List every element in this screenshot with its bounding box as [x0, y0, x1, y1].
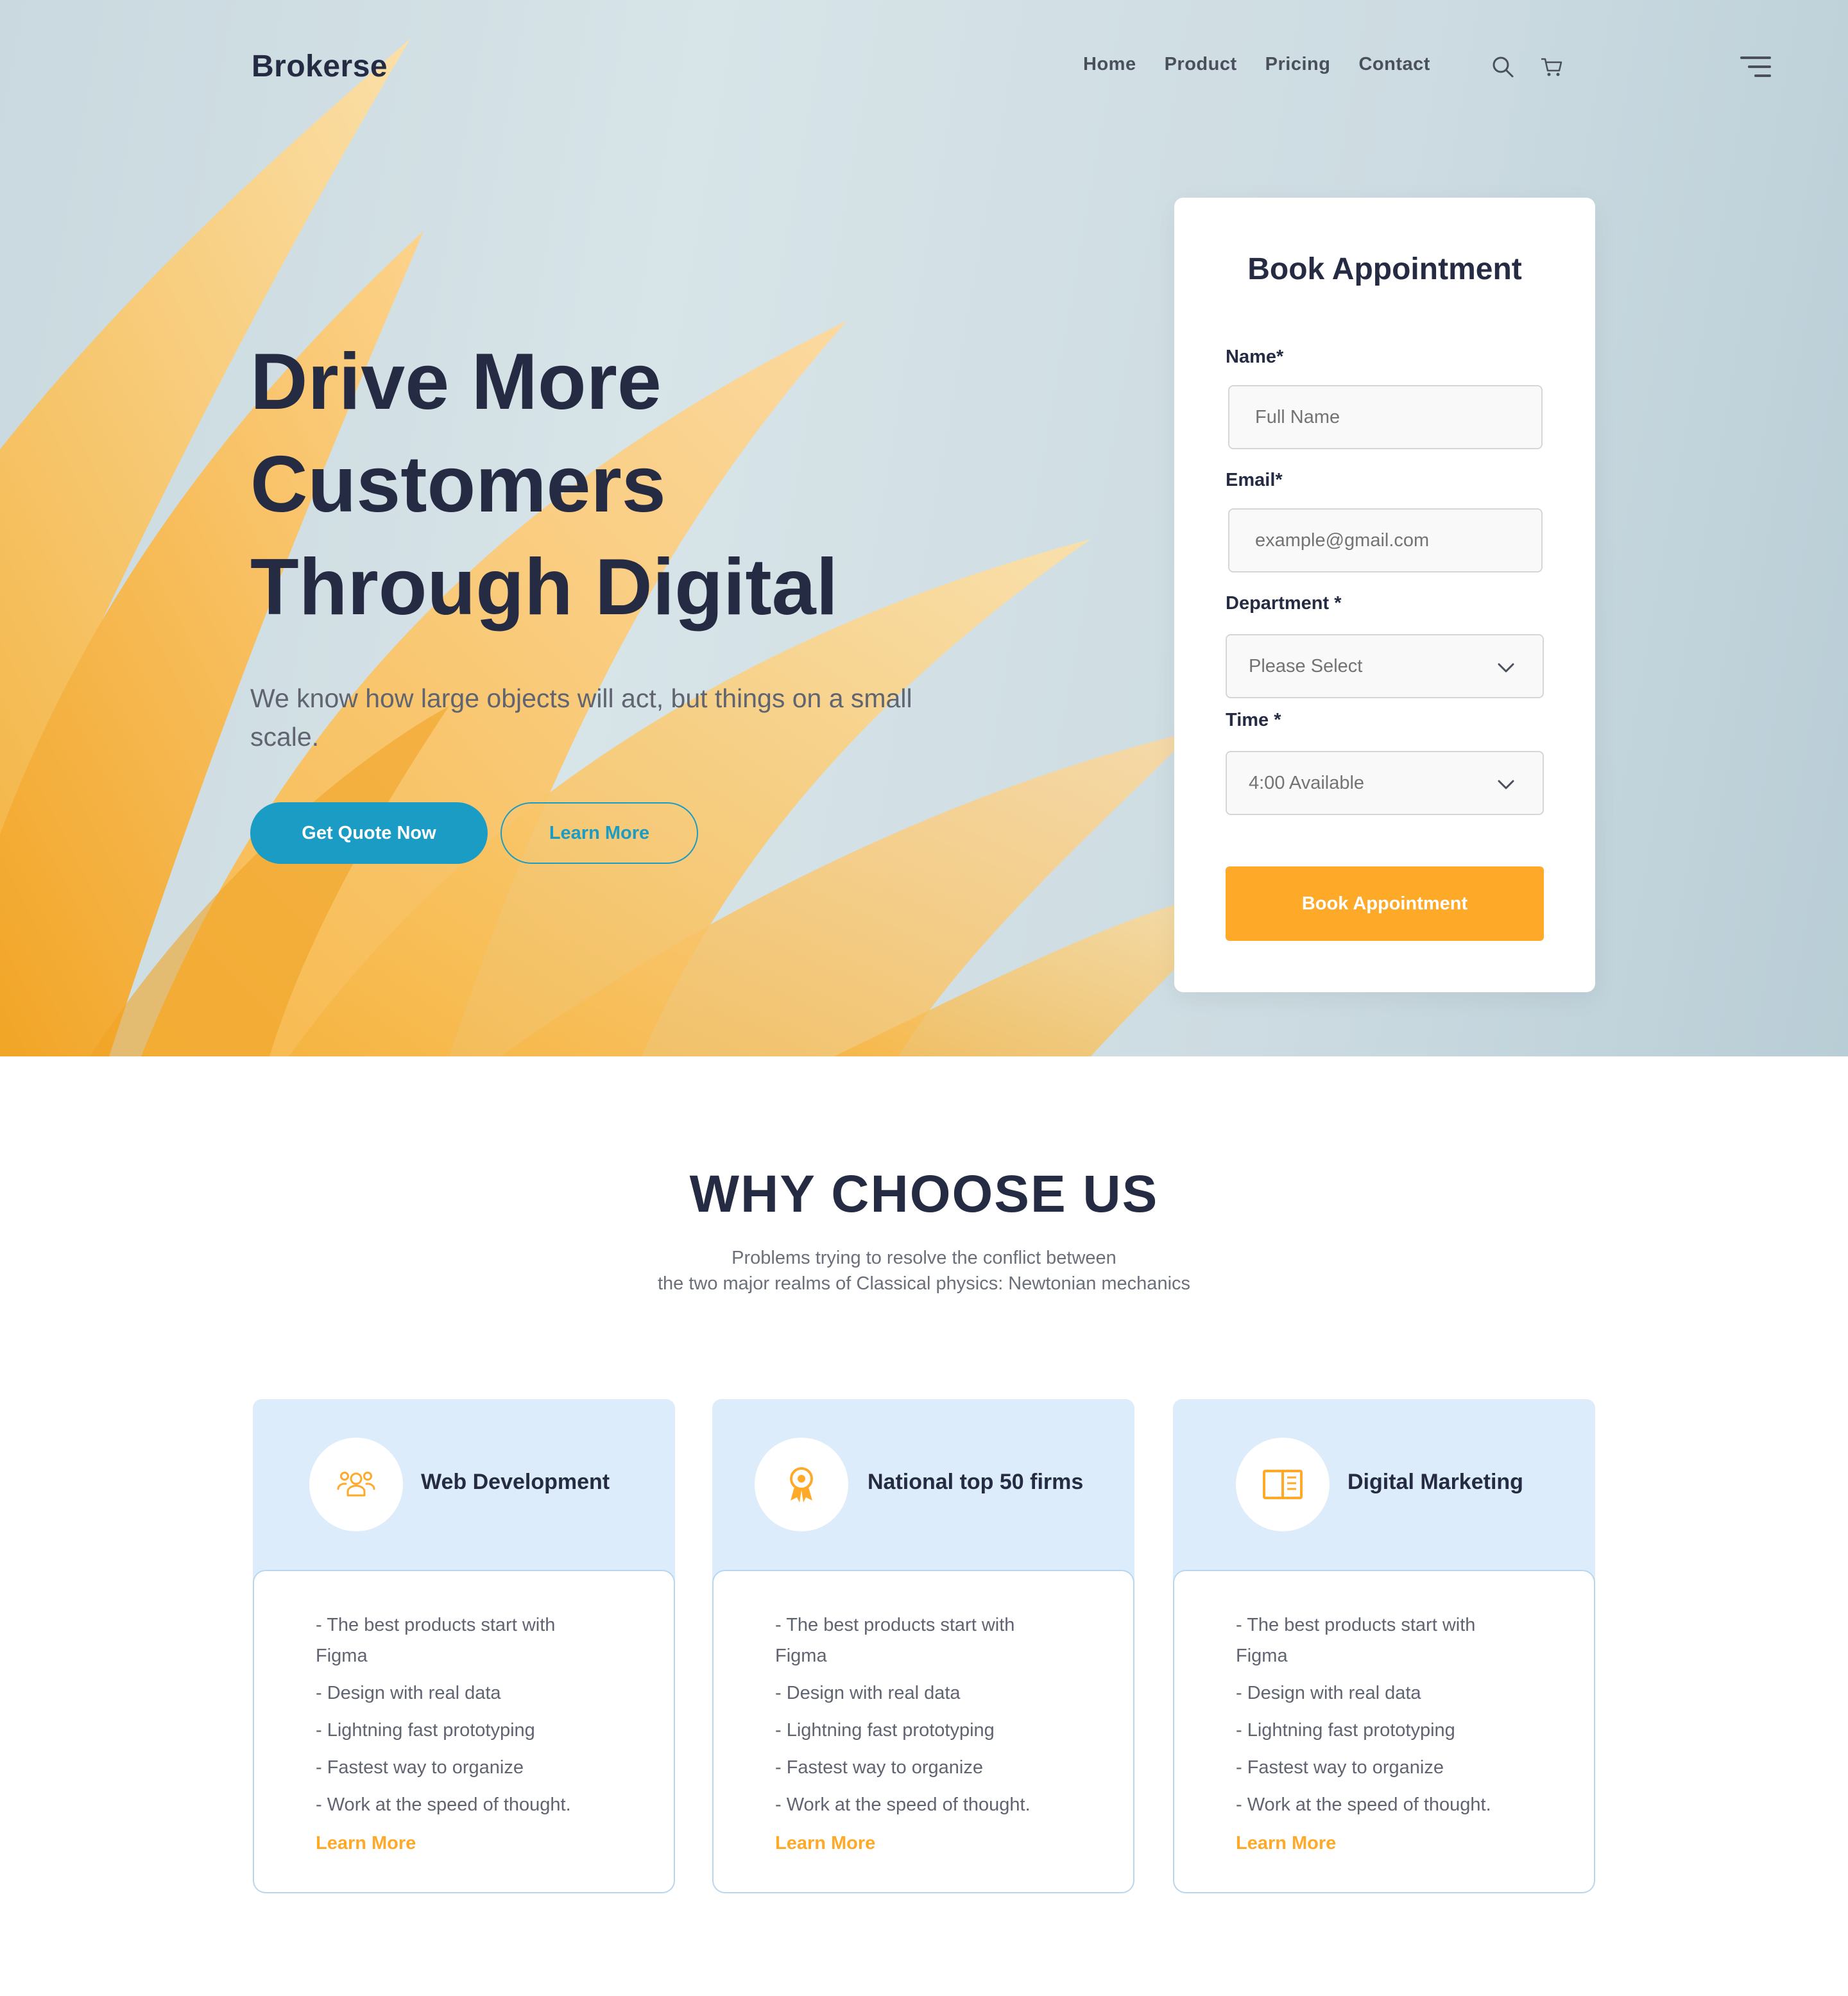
main-nav: Home Product Pricing Contact: [1083, 54, 1430, 75]
name-label: Name*: [1226, 347, 1284, 367]
list-item: - Lightning fast prototyping: [1236, 1720, 1455, 1741]
feature-card-national-top-50: National top 50 firms - The best product…: [712, 1399, 1134, 1893]
get-quote-button[interactable]: Get Quote Now: [250, 802, 488, 864]
chevron-down-icon: [1498, 663, 1514, 673]
users-icon: [337, 1472, 375, 1497]
card-icon-circle: [755, 1438, 848, 1531]
learn-more-button[interactable]: Learn More: [501, 802, 698, 864]
list-item: - Work at the speed of thought.: [775, 1794, 1031, 1815]
name-input[interactable]: Full Name: [1228, 385, 1543, 449]
list-item: - The best products start with Figma: [1236, 1615, 1476, 1666]
department-select[interactable]: Please Select: [1226, 634, 1544, 698]
card-icon-circle: [1236, 1438, 1330, 1531]
department-label: Department *: [1226, 593, 1342, 614]
card-title: Web Development: [421, 1470, 610, 1494]
why-choose-subtitle: Problems trying to resolve the conflict …: [0, 1245, 1848, 1296]
list-item: - Fastest way to organize: [316, 1757, 524, 1778]
list-item: - Design with real data: [1236, 1683, 1421, 1703]
email-input[interactable]: example@gmail.com: [1228, 508, 1543, 572]
email-label: Email*: [1226, 470, 1283, 490]
card-learn-more-link[interactable]: Learn More: [775, 1833, 875, 1854]
book-appointment-button[interactable]: Book Appointment: [1226, 866, 1544, 941]
card-title: Digital Marketing: [1348, 1470, 1523, 1494]
time-select[interactable]: 4:00 Available: [1226, 751, 1544, 815]
subtitle-line-2: the two major realms of Classical physic…: [657, 1273, 1191, 1294]
book-icon: [1263, 1470, 1303, 1499]
card-feature-list: - The best products start with Figma - D…: [1236, 1610, 1570, 1827]
time-value: 4:00 Available: [1249, 772, 1365, 793]
list-item: - Design with real data: [775, 1683, 961, 1703]
list-item: - Design with real data: [316, 1683, 501, 1703]
headline-line-1: Drive More: [250, 338, 662, 426]
appointment-form: Book Appointment Name* Full Name Email* …: [1174, 198, 1595, 992]
search-icon[interactable]: [1490, 54, 1516, 80]
award-icon: [790, 1467, 813, 1502]
hero-section: Brokerse Home Product Pricing Contact Dr…: [0, 0, 1848, 1056]
list-item: - Lightning fast prototyping: [316, 1720, 535, 1741]
nav-contact[interactable]: Contact: [1358, 54, 1430, 75]
card-title: National top 50 firms: [868, 1470, 1084, 1494]
hero-headline: Drive More Customers Through Digital: [250, 331, 1020, 639]
subtitle-line-1: Problems trying to resolve the conflict …: [732, 1248, 1116, 1268]
why-choose-title: WHY CHOOSE US: [689, 1165, 1159, 1223]
department-value: Please Select: [1249, 655, 1363, 676]
feature-card-digital-marketing: Digital Marketing - The best products st…: [1173, 1399, 1595, 1893]
card-learn-more-link[interactable]: Learn More: [316, 1833, 416, 1854]
headline-line-2: Customers: [250, 440, 666, 529]
card-feature-list: - The best products start with Figma - D…: [775, 1610, 1109, 1827]
chevron-down-icon: [1498, 780, 1514, 789]
list-item: - Work at the speed of thought.: [316, 1794, 571, 1815]
list-item: - Work at the speed of thought.: [1236, 1794, 1491, 1815]
list-item: - Lightning fast prototyping: [775, 1720, 995, 1741]
nav-product[interactable]: Product: [1165, 54, 1237, 75]
nav-pricing[interactable]: Pricing: [1265, 54, 1331, 75]
list-item: - The best products start with Figma: [316, 1615, 556, 1666]
time-label: Time *: [1226, 710, 1281, 730]
card-learn-more-link[interactable]: Learn More: [1236, 1833, 1336, 1854]
list-item: - Fastest way to organize: [775, 1757, 983, 1778]
card-icon-circle: [309, 1438, 403, 1531]
hero-subtext: We know how large objects will act, but …: [250, 684, 912, 752]
list-item: - The best products start with Figma: [775, 1615, 1015, 1666]
list-item: - Fastest way to organize: [1236, 1757, 1444, 1778]
brand-logo[interactable]: Brokerse: [252, 49, 388, 84]
form-title: Book Appointment: [1247, 252, 1522, 286]
nav-home[interactable]: Home: [1083, 54, 1136, 75]
cart-icon[interactable]: [1539, 54, 1564, 80]
menu-icon[interactable]: [1740, 55, 1771, 78]
card-feature-list: - The best products start with Figma - D…: [316, 1610, 649, 1827]
headline-line-3: Through Digital: [250, 543, 839, 632]
feature-card-web-development: Web Development - The best products star…: [253, 1399, 675, 1893]
